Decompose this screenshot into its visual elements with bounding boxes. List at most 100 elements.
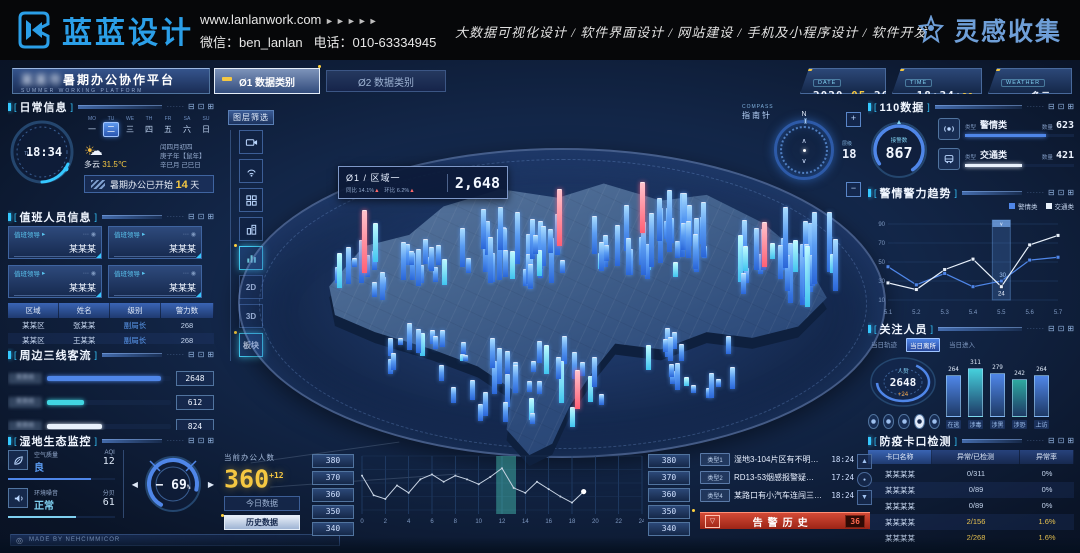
- minimize-icon[interactable]: ⊟: [1048, 325, 1055, 333]
- y-tick-360[interactable]: 360: [648, 488, 690, 502]
- expand-icon[interactable]: ⊞: [1067, 437, 1074, 445]
- y-tick-340[interactable]: 340: [648, 522, 690, 536]
- tab-data-category-1[interactable]: Ø1 数据类别: [214, 68, 320, 94]
- alert-history-banner[interactable]: ▽ 告警历史 36: [700, 512, 870, 529]
- weekday-fr[interactable]: FR五: [160, 116, 176, 137]
- phone-number: 010-63334945: [353, 35, 437, 50]
- weekday-mo[interactable]: MO一: [84, 116, 100, 137]
- arrow-right-icon[interactable]: ▶: [208, 480, 214, 489]
- weekday-sa[interactable]: SA六: [179, 116, 195, 137]
- minimize-icon[interactable]: ⊟: [188, 103, 195, 111]
- window-icon[interactable]: ⊡: [198, 103, 205, 111]
- minimize-icon[interactable]: ⊟: [1048, 437, 1055, 445]
- history-data-button[interactable]: 历史数据: [224, 515, 300, 530]
- contact-icon[interactable]: ◉: [91, 231, 96, 238]
- duty-table-row: 某某区张某某副局长268: [8, 318, 214, 333]
- y-tick-350[interactable]: 350: [312, 505, 354, 519]
- alert-tag: 类型1: [700, 453, 730, 466]
- focus-bar[interactable]: 264在逃: [946, 375, 961, 429]
- svg-text:接警数: 接警数: [891, 136, 908, 144]
- y-tick-370[interactable]: 370: [312, 471, 354, 485]
- layer-item-grid-icon[interactable]: [239, 188, 263, 212]
- zoom-in-button[interactable]: +: [846, 112, 861, 127]
- arrow-left-icon[interactable]: ◀: [132, 480, 138, 489]
- minimize-icon[interactable]: ⊟: [1048, 103, 1055, 111]
- contact-icon[interactable]: ◉: [191, 270, 196, 277]
- window-icon[interactable]: ⊡: [1058, 103, 1065, 111]
- expand-icon[interactable]: ⊞: [207, 351, 214, 359]
- camera-icon[interactable]: [868, 414, 879, 429]
- scroll-dot-icon[interactable]: ●: [857, 472, 872, 487]
- logo[interactable]: 蓝蓝设计: [14, 8, 194, 52]
- weather-block: ☀☁ 多云 31.5℃: [84, 143, 154, 170]
- duty-table: 区域姓名级别警力数 某某区张某某副局长268某某区王某某副局长268某某区张某某…: [8, 303, 214, 344]
- panel-title-daily-info: 日常信息: [20, 100, 68, 115]
- focus-tab-3[interactable]: 当日进入: [946, 338, 978, 352]
- expand-icon[interactable]: ⊞: [1067, 103, 1074, 111]
- svg-text:0: 0: [360, 519, 364, 525]
- layer-item-signal-icon[interactable]: [239, 159, 263, 183]
- scroll-down-icon[interactable]: ▼: [857, 490, 872, 505]
- focus-bar[interactable]: 279涉黑: [990, 373, 1005, 429]
- person-icon[interactable]: [914, 414, 925, 429]
- duty-card[interactable]: 值班领导▸⋯◉ 某某某: [8, 265, 102, 298]
- layer-item-building-icon[interactable]: [239, 217, 263, 241]
- expand-icon[interactable]: ⊞: [207, 103, 214, 111]
- alert-row[interactable]: 类型4 某路口有小汽车连闯三个红灯 18:24: [700, 488, 854, 503]
- window-icon[interactable]: ⊡: [198, 437, 205, 445]
- contact-icon[interactable]: ◉: [191, 231, 196, 238]
- expand-icon[interactable]: ⊞: [1067, 189, 1074, 197]
- focus-bar[interactable]: 311涉毒: [968, 368, 983, 429]
- contact-icon[interactable]: ◉: [91, 270, 96, 277]
- layer-item-camera-icon[interactable]: [239, 130, 263, 154]
- y-tick-380[interactable]: 380: [648, 454, 690, 468]
- map-tooltip: Ø1 / 区域一 同比 14.1%▲ 环比 6.2%▲ 2,648: [338, 166, 508, 199]
- camera-icon: [245, 136, 258, 149]
- weekday-su[interactable]: SU日: [198, 116, 214, 137]
- svg-text:5.4: 5.4: [969, 310, 978, 316]
- expand-icon[interactable]: ⊞: [1067, 325, 1074, 333]
- weekday-tu[interactable]: TU二: [103, 116, 119, 137]
- focus-tab-2[interactable]: 当日离所: [906, 338, 940, 352]
- zoom-out-button[interactable]: −: [846, 182, 861, 197]
- warning-icon: ▽: [705, 515, 720, 528]
- website-link[interactable]: www.lanlanwork.com: [200, 12, 321, 27]
- duty-card[interactable]: 值班领导▸⋯◉ 某某某: [108, 265, 202, 298]
- scroll-up-icon[interactable]: ▲: [857, 454, 872, 469]
- window-icon[interactable]: ⊡: [198, 213, 205, 221]
- phone-icon[interactable]: [883, 414, 894, 429]
- tooltip-value: 2,648: [447, 174, 500, 192]
- window-icon[interactable]: ⊡: [1058, 189, 1065, 197]
- svg-text:5.7: 5.7: [1054, 310, 1063, 316]
- window-icon[interactable]: ⊡: [198, 351, 205, 359]
- tab-data-category-2[interactable]: Ø2 数据类别: [326, 70, 446, 92]
- today-data-button[interactable]: 今日数据: [224, 496, 300, 511]
- minimize-icon[interactable]: ⊟: [1048, 189, 1055, 197]
- target-icon[interactable]: [898, 414, 909, 429]
- chat-icon[interactable]: [929, 414, 940, 429]
- minimize-icon[interactable]: ⊟: [188, 213, 195, 221]
- focus-bar[interactable]: 242涉恐: [1012, 379, 1027, 429]
- expand-icon[interactable]: ⊞: [207, 213, 214, 221]
- alert-row[interactable]: 类型1 湿地3-104片区有不明人员闯入 18:24: [700, 452, 854, 467]
- compass[interactable]: N ∧ ∨: [774, 120, 834, 180]
- window-icon[interactable]: ⊡: [1058, 325, 1065, 333]
- duty-card[interactable]: 值班领导▸⋯◉ 某某某: [108, 226, 202, 259]
- weekday-we[interactable]: WE三: [122, 116, 138, 137]
- weekday-th[interactable]: TH四: [141, 116, 157, 137]
- focus-tab-1[interactable]: 当日轨迹: [868, 338, 900, 352]
- y-tick-360[interactable]: 360: [312, 488, 354, 502]
- expand-icon[interactable]: ⊞: [207, 437, 214, 445]
- minimize-icon[interactable]: ⊟: [188, 351, 195, 359]
- compass-label: COMPASS指南针: [742, 104, 774, 121]
- window-icon[interactable]: ⊡: [1058, 437, 1065, 445]
- focus-bar[interactable]: 264上访: [1034, 375, 1049, 429]
- y-tick-370[interactable]: 370: [648, 471, 690, 485]
- duty-card[interactable]: 值班领导▸⋯◉ 某某某: [8, 226, 102, 259]
- inspiration-collect[interactable]: 灵感收集: [916, 12, 1062, 48]
- minimize-icon[interactable]: ⊟: [188, 437, 195, 445]
- y-tick-350[interactable]: 350: [648, 505, 690, 519]
- alert-row[interactable]: 类型2 RD13-53烟感报警疑似火灾 17:24: [700, 470, 854, 485]
- y-tick-340[interactable]: 340: [312, 522, 354, 536]
- y-tick-380[interactable]: 380: [312, 454, 354, 468]
